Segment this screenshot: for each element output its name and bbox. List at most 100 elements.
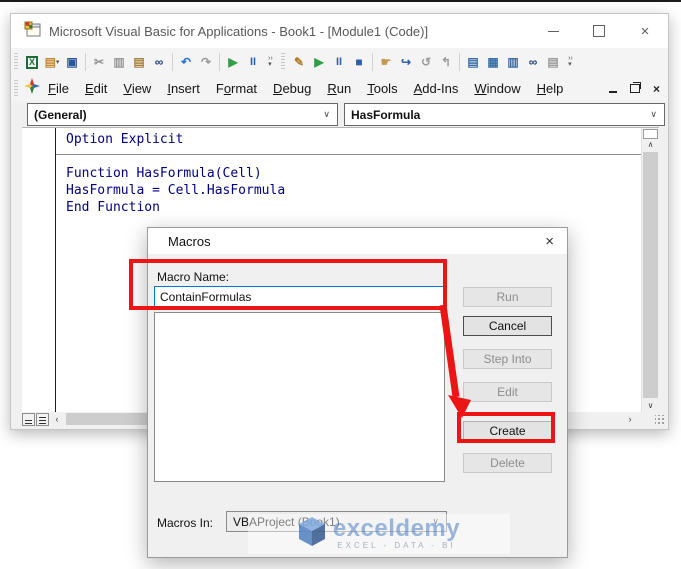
mdi-window-controls: × [608,82,660,95]
toolbar-grip[interactable] [281,53,285,71]
quick-watch-icon: ∞ [528,55,538,69]
reset-icon: ■ [355,55,363,69]
menu-grip[interactable] [14,79,18,98]
design-mode-icon[interactable]: ✎ [289,52,309,72]
step-out-icon[interactable]: ↰ [436,52,456,72]
menu-view[interactable]: View [115,78,159,99]
redo-icon[interactable]: ↷ [196,52,216,72]
step-over-icon[interactable]: ↺ [416,52,436,72]
break-icon: II [335,55,343,68]
step-into-button: Step Into [463,349,552,369]
menu-insert[interactable]: Insert [159,78,208,99]
insert-userform-icon[interactable]: ▤ ▾ [42,52,62,72]
step-into-icon[interactable]: ↪ [396,52,416,72]
scroll-left-button[interactable]: ‹ [50,413,64,426]
scroll-right-button[interactable]: › [623,413,637,426]
watch-window-icon[interactable]: ▥ [503,52,523,72]
scroll-up-button[interactable]: ∧ [642,138,659,151]
call-stack-icon[interactable]: ▤ [543,52,563,72]
object-dropdown[interactable]: (General) ∨ [27,103,338,126]
toolbar-separator [172,53,173,71]
mdi-restore-button[interactable] [629,82,641,93]
menu-tools[interactable]: Tools [359,78,405,99]
immediate-window-icon: ▦ [487,55,499,69]
design-mode-icon: ✎ [293,55,305,69]
toolbar-separator [459,53,460,71]
menu-format[interactable]: Format [208,78,265,99]
macros-in-dropdown[interactable]: VBAProject (Book1) ∨ [226,511,447,532]
locals-window-icon: ▤ [467,55,479,69]
toolbar-row: X ▤ ▾ ▣ ✂ ▥ ▤ ∞ ↶ ↷ ▶ II ›› ▾ ✎ ▶ II ■ ☛ ↪ ↺ ↰ ▤ ▦ ▥ ∞ ▤ ›› ▾ [11,48,668,77]
menu-file[interactable]: File [40,78,77,99]
immediate-window-icon[interactable]: ▦ [483,52,503,72]
code-line: Option Explicit [66,132,184,147]
save-icon[interactable]: ▣ [62,52,82,72]
full-module-view-button[interactable] [36,412,49,426]
toolbar-options-icon[interactable]: ›› ▾ [264,51,277,73]
redo-icon: ↷ [200,55,212,69]
mdi-close-button[interactable]: × [653,83,660,95]
cancel-button[interactable]: Cancel [463,316,552,336]
find-icon: ∞ [154,55,164,69]
view-microsoft-excel-icon[interactable]: X [22,52,42,72]
break-icon[interactable]: II [243,52,263,72]
run-button: Run [463,287,552,307]
menu-window[interactable]: Window [466,78,528,99]
menu-edit[interactable]: Edit [77,78,115,99]
scroll-down-button[interactable]: ∨ [642,399,659,412]
code-pane-header: (General) ∨ HasFormula ∨ [11,102,668,127]
macro-list[interactable] [154,312,445,482]
cut-icon[interactable]: ✂ [89,52,109,72]
menu-run[interactable]: Run [319,78,359,99]
save-icon: ▣ [66,55,78,69]
menu-bar-items: File Edit View Insert Format Debug Run Tools Add… [40,78,571,99]
code-line: Function HasFormula(Cell) [66,166,262,181]
chevron-down-icon: ∨ [650,109,657,119]
macro-name-label: Macro Name: [157,270,230,284]
create-button[interactable]: Create [463,421,552,441]
image-top-edge [0,0,681,2]
view-microsoft-excel-icon: X [25,55,38,69]
margin-indicator-bar[interactable] [22,128,56,413]
full-module-view-icon [39,416,46,424]
reset-icon[interactable]: ■ [349,52,369,72]
close-icon: × [640,22,650,40]
dialog-close-button[interactable]: × [545,234,554,249]
quick-watch-icon[interactable]: ∞ [523,52,543,72]
toggle-breakpoint-icon[interactable]: ☛ [376,52,396,72]
vertical-scroll-thumb[interactable] [643,152,658,398]
step-over-icon: ↺ [420,55,432,69]
menu-addins[interactable]: Add-Ins [406,78,467,99]
debug-toolbar: ✎ ▶ II ■ ☛ ↪ ↺ ↰ ▤ ▦ ▥ ∞ ▤ ›› ▾ [289,48,578,76]
mdi-minimize-button[interactable] [608,90,617,93]
toolbar-separator [219,53,220,71]
maximize-button[interactable] [576,14,622,48]
toolbar-separator [85,53,86,71]
vba-app-icon [24,21,41,42]
toolbar-grip[interactable] [14,53,18,71]
close-button[interactable]: × [622,14,668,48]
menu-help[interactable]: Help [529,78,572,99]
macros-in-value: VBAProject (Book1) [233,514,340,529]
find-icon[interactable]: ∞ [149,52,169,72]
run-sub-icon[interactable]: ▶ [223,52,243,72]
locals-window-icon[interactable]: ▤ [463,52,483,72]
procedure-view-icon [25,419,32,424]
dialog-title: Macros [168,233,211,249]
minimize-button[interactable] [530,14,576,48]
resize-grip[interactable] [655,415,665,425]
menu-debug[interactable]: Debug [265,78,319,99]
copy-icon: ▥ [113,55,125,69]
code-line: End Function [66,200,160,215]
toolbar-options-icon[interactable]: ›› ▾ [564,51,577,73]
procedure-view-button[interactable] [22,412,35,426]
copy-icon[interactable]: ▥ [109,52,129,72]
vertical-scrollbar[interactable]: ∧ ∨ [641,128,659,413]
break-icon: II [249,55,257,68]
macro-name-input[interactable] [154,286,445,307]
undo-icon[interactable]: ↶ [176,52,196,72]
procedure-dropdown[interactable]: HasFormula ∨ [344,103,665,126]
paste-icon[interactable]: ▤ [129,52,149,72]
run-sub-icon[interactable]: ▶ [309,52,329,72]
break-icon[interactable]: II [329,52,349,72]
